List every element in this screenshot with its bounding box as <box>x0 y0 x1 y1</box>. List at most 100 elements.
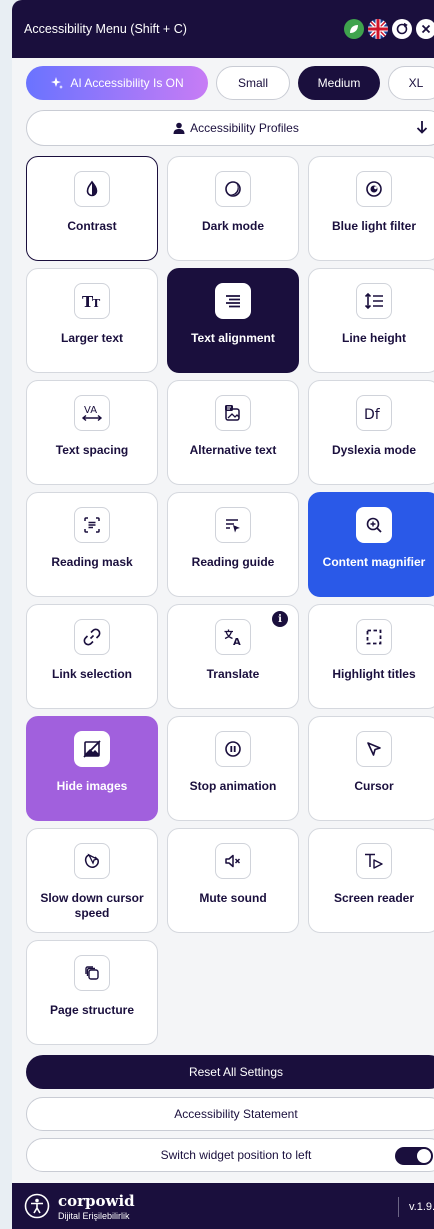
tile-content-magnifier[interactable]: Content magnifier <box>308 492 434 597</box>
tile-label: Reading guide <box>191 555 275 569</box>
tile-cursor[interactable]: Cursor <box>308 716 434 821</box>
tile-highlight-titles[interactable]: Highlight titles <box>308 604 434 709</box>
tile-label: Mute sound <box>199 891 267 905</box>
accessibility-statement-button[interactable]: Accessibility Statement <box>26 1097 434 1131</box>
larger-text-icon: TT <box>74 283 110 319</box>
tile-label: Hide images <box>56 779 128 793</box>
size-small-button[interactable]: Small <box>216 66 290 100</box>
size-medium-button[interactable]: Medium <box>298 66 380 100</box>
text-spacing-icon: VA <box>74 395 110 431</box>
line-height-icon <box>356 283 392 319</box>
switch-position-label: Switch widget position to left <box>160 1148 312 1162</box>
tile-label: Dark mode <box>201 219 265 233</box>
reset-all-settings-button[interactable]: Reset All Settings <box>26 1055 434 1089</box>
contrast-icon <box>74 171 110 207</box>
pause-icon <box>215 731 251 767</box>
ai-accessibility-toggle[interactable]: AI Accessibility Is ON <box>26 66 208 100</box>
info-icon[interactable]: i <box>272 611 288 627</box>
tile-label: Contrast <box>67 219 117 233</box>
moon-icon <box>215 171 251 207</box>
profiles-label: Accessibility Profiles <box>190 121 299 135</box>
tile-reading-guide[interactable]: Reading guide <box>167 492 299 597</box>
svg-text:T: T <box>92 297 101 310</box>
tile-label: Translate <box>206 667 260 681</box>
tile-label: Link selection <box>51 667 133 681</box>
tile-dark-mode[interactable]: Dark mode <box>167 156 299 261</box>
link-icon <box>74 619 110 655</box>
alt-text-icon <box>215 395 251 431</box>
tile-blue-light-filter[interactable]: Blue light filter <box>308 156 434 261</box>
tile-label: Larger text <box>60 331 124 345</box>
switch-position-row[interactable]: Switch widget position to left <box>26 1138 434 1172</box>
arrow-down-icon <box>416 121 428 134</box>
tile-label: Content magnifier <box>322 555 426 569</box>
page-structure-icon <box>74 955 110 991</box>
close-icon[interactable] <box>416 19 434 39</box>
tile-translate[interactable]: i A Translate <box>167 604 299 709</box>
tile-label: Blue light filter <box>332 219 416 233</box>
tile-screen-reader[interactable]: Screen reader <box>308 828 434 933</box>
tile-stop-animation[interactable]: Stop animation <box>167 716 299 821</box>
tile-text-spacing[interactable]: VA Text spacing <box>26 380 158 485</box>
tile-contrast[interactable]: Contrast <box>26 156 158 261</box>
cursor-icon <box>356 731 392 767</box>
panel-title: Accessibility Menu (Shift + C) <box>24 22 187 36</box>
reading-mask-icon <box>74 507 110 543</box>
tile-larger-text[interactable]: TT Larger text <box>26 268 158 373</box>
svg-text:VA: VA <box>84 405 97 416</box>
tile-dyslexia-mode[interactable]: Df Dyslexia mode <box>308 380 434 485</box>
tile-label: Page structure <box>49 1003 135 1017</box>
sparkle-icon <box>51 77 64 89</box>
tile-link-selection[interactable]: Link selection <box>26 604 158 709</box>
tile-line-height[interactable]: Line height <box>308 268 434 373</box>
text-size-row: AI Accessibility Is ON Small Medium XL <box>26 66 434 100</box>
screen-reader-icon <box>356 843 392 879</box>
tile-text-alignment[interactable]: Text alignment <box>167 268 299 373</box>
brand[interactable]: corpowid Dijital Erişilebilirlik <box>58 1192 135 1221</box>
version-label: v.1.9.19 <box>398 1197 434 1217</box>
accessibility-person-icon <box>24 1193 50 1219</box>
tile-label: Text spacing <box>55 443 129 457</box>
highlight-titles-icon <box>356 619 392 655</box>
uk-flag-icon[interactable] <box>368 19 388 39</box>
tile-label: Slow down cursor speed <box>40 891 144 920</box>
ai-toggle-label: AI Accessibility Is ON <box>70 76 184 90</box>
tile-alternative-text[interactable]: Alternative text <box>167 380 299 485</box>
size-xl-button[interactable]: XL <box>388 66 434 100</box>
tile-label: Dyslexia mode <box>331 443 417 457</box>
tile-label: Screen reader <box>333 891 415 905</box>
tile-label: Text alignment <box>191 331 275 345</box>
blue-light-icon <box>356 171 392 207</box>
hide-images-icon <box>74 731 110 767</box>
tile-page-structure[interactable]: Page structure <box>26 940 158 1045</box>
tile-label: Alternative text <box>189 443 277 457</box>
text-align-icon <box>215 283 251 319</box>
tile-mute-sound[interactable]: Mute sound <box>167 828 299 933</box>
position-toggle[interactable] <box>395 1147 433 1165</box>
user-icon <box>173 122 185 134</box>
panel-header: Accessibility Menu (Shift + C) <box>12 0 434 58</box>
reset-icon[interactable] <box>392 19 412 39</box>
accessibility-profiles-dropdown[interactable]: Accessibility Profiles <box>26 110 434 146</box>
magnifier-icon <box>356 507 392 543</box>
svg-text:A: A <box>233 637 241 646</box>
tile-label: Stop animation <box>189 779 277 793</box>
leaf-icon[interactable] <box>344 19 364 39</box>
reading-guide-icon <box>215 507 251 543</box>
tile-label: Reading mask <box>51 555 133 569</box>
svg-text:Df: Df <box>364 407 381 422</box>
dyslexia-icon: Df <box>356 395 392 431</box>
brand-subtitle: Dijital Erişilebilirlik <box>58 1210 130 1221</box>
tile-label: Cursor <box>354 779 394 793</box>
accessibility-panel: Accessibility Menu (Shift + C) AI Access… <box>12 0 434 1229</box>
translate-icon: A <box>215 619 251 655</box>
brand-name: corpowid <box>58 1191 135 1210</box>
slow-cursor-icon <box>74 843 110 879</box>
tile-label: Line height <box>342 331 406 345</box>
panel-footer: corpowid Dijital Erişilebilirlik v.1.9.1… <box>12 1183 434 1229</box>
mute-icon <box>215 843 251 879</box>
tile-slow-cursor[interactable]: Slow down cursor speed <box>26 828 158 933</box>
tile-reading-mask[interactable]: Reading mask <box>26 492 158 597</box>
tile-label: Highlight titles <box>332 667 416 681</box>
tile-hide-images[interactable]: Hide images <box>26 716 158 821</box>
